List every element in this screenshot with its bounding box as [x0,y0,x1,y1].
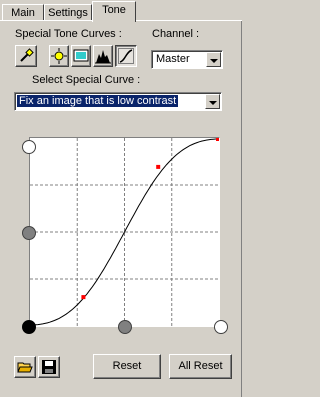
curve-control-point[interactable] [156,164,161,169]
curve-icon [118,48,134,64]
chevron-down-icon[interactable] [206,52,221,67]
tab-settings[interactable]: Settings [44,4,92,21]
curve-plot[interactable] [30,138,219,326]
channel-label: Channel : [152,28,200,40]
curve-button[interactable] [115,45,137,67]
black-point-handle[interactable] [22,320,36,334]
monitor-icon [73,49,89,62]
curve-line [31,138,218,326]
white-point-handle[interactable] [214,320,228,334]
histogram-icon [95,50,111,64]
open-button[interactable] [14,356,36,378]
reset-button[interactable]: Reset [93,354,161,379]
all-reset-label: All Reset [178,360,223,372]
channel-value: Master [156,53,190,65]
channel-select[interactable]: Master [151,50,223,69]
save-button[interactable] [38,356,60,378]
midtone-output-handle[interactable] [22,226,36,240]
panel-edge [241,21,242,397]
tone-curve-graph[interactable] [29,137,220,327]
tab-tone[interactable]: Tone [92,1,136,22]
curve-control-point[interactable] [81,295,86,300]
special-tone-curves-label: Special Tone Curves : [15,28,122,40]
chevron-down-icon[interactable] [205,94,220,109]
tab-main[interactable]: Main [2,4,44,21]
floppy-icon [42,360,56,374]
midtone-input-handle[interactable] [118,320,132,334]
all-reset-button[interactable]: All Reset [169,354,232,379]
brightness-icon [51,48,67,64]
curve-control-point[interactable] [216,138,219,141]
special-curve-select[interactable]: Fix an image that is low contrast [14,92,222,111]
eyedropper-icon [20,48,34,62]
select-curve-label: Select Special Curve : [32,74,141,86]
brightness-button[interactable] [49,45,69,67]
eyedropper-button[interactable] [15,45,37,67]
reset-label: Reset [112,360,142,372]
special-curve-value: Fix an image that is low contrast [17,95,179,107]
histogram-button[interactable] [93,45,113,67]
monitor-button[interactable] [71,45,91,67]
white-input-handle-top[interactable] [22,140,36,154]
folder-open-icon [17,362,33,373]
